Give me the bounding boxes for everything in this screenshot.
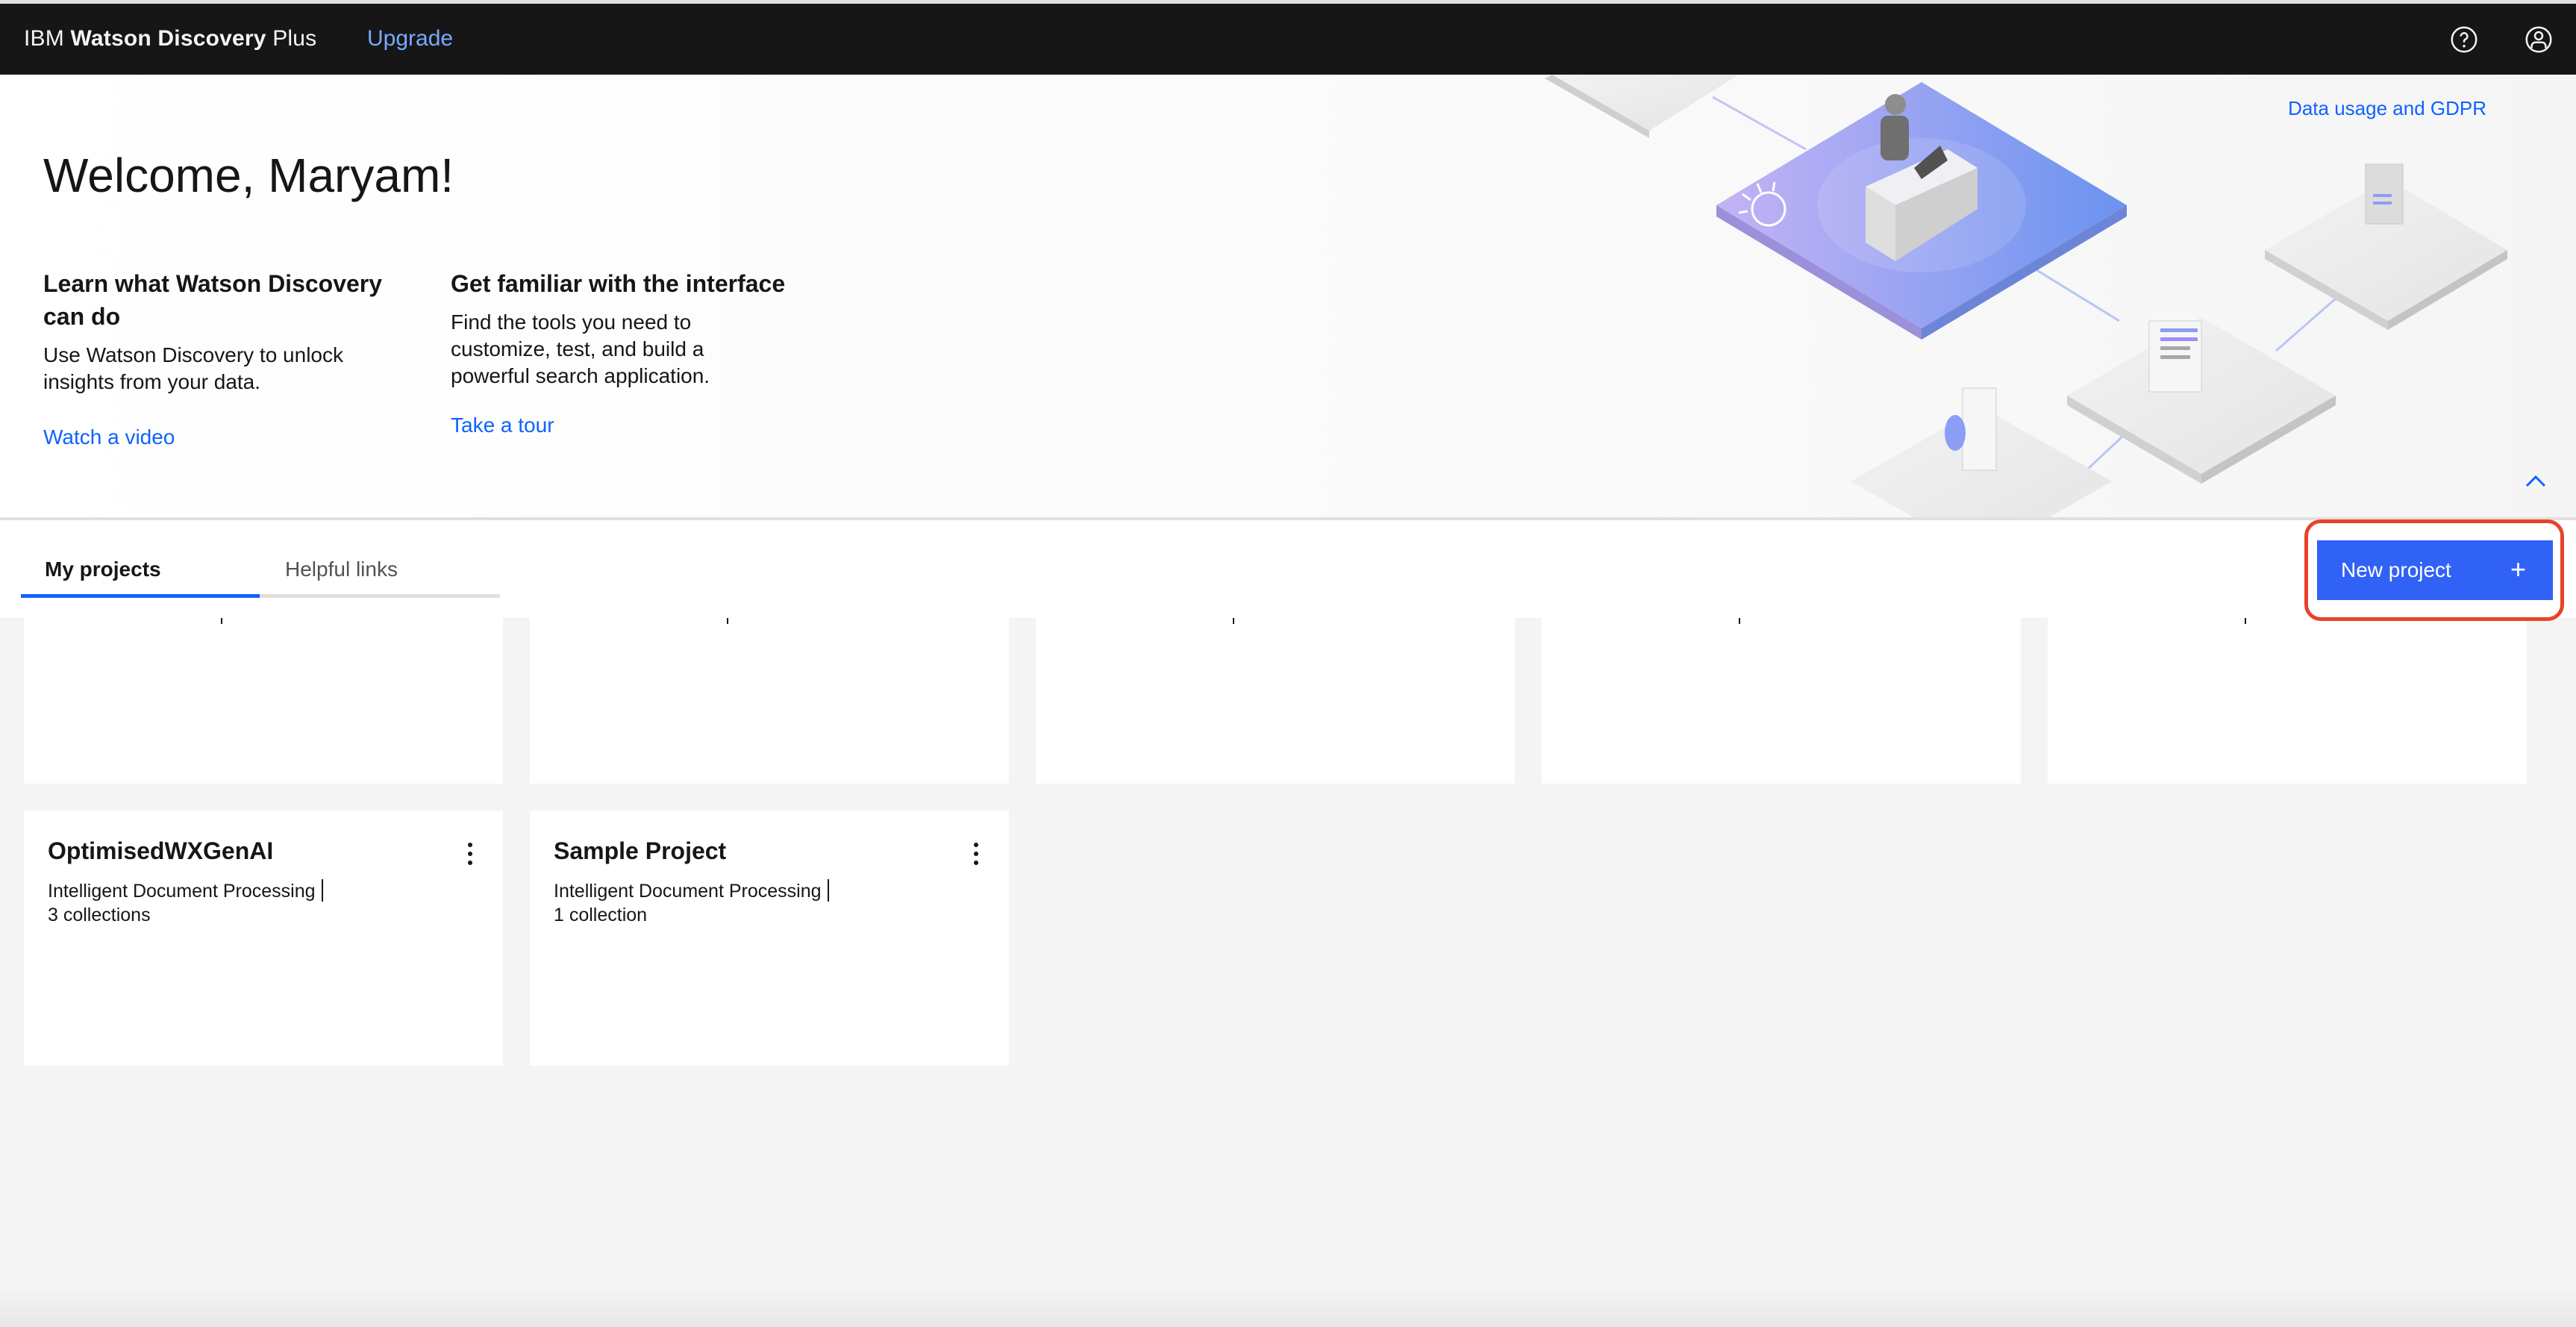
project-card-sample-project[interactable]: Sample Project Intelligent Document Proc… — [530, 811, 1009, 1066]
person-body — [1881, 116, 1909, 160]
project-type: Intelligent Document Processing — [554, 881, 822, 902]
interface-heading: Get familiar with the interface — [451, 270, 786, 297]
add-icon: + — [2510, 554, 2526, 584]
project-title: Sample Project — [554, 837, 727, 864]
overflow-menu-icon[interactable] — [969, 840, 984, 867]
search-document — [1962, 387, 1997, 471]
project-details: Intelligent Document Processing 1 collec… — [554, 879, 829, 927]
project-title: OptimisedWXGenAI — [48, 837, 274, 864]
projects-grid: OptimisedWXGenAI Intelligent Document Pr… — [0, 618, 2576, 1327]
bottom-shadow — [0, 1290, 2576, 1327]
collection-count: 1 collection — [554, 905, 648, 925]
help-icon[interactable] — [2449, 25, 2479, 54]
connector-line — [2275, 297, 2336, 352]
top-navigation-bar: IBM Watson Discovery Plus Upgrade — [0, 0, 2576, 75]
project-card[interactable] — [1542, 618, 2021, 784]
project-card-optimisedwxgenai[interactable]: OptimisedWXGenAI Intelligent Document Pr… — [24, 811, 503, 1066]
overflow-menu-icon[interactable] — [463, 840, 478, 867]
magnifier — [1945, 415, 1966, 451]
learn-heading: Learn what Watson Discovery can do — [43, 270, 383, 330]
learn-section: Learn what Watson Discovery can do Use W… — [43, 267, 387, 449]
connector-line — [1712, 96, 1807, 151]
user-avatar-icon[interactable] — [2524, 25, 2554, 54]
brand-prefix: IBM — [24, 26, 64, 51]
data-usage-gdpr-link[interactable]: Data usage and GDPR — [2288, 97, 2486, 120]
project-card[interactable] — [1036, 618, 1515, 784]
divider — [321, 879, 323, 902]
project-details: Intelligent Document Processing 3 collec… — [48, 879, 323, 927]
hero-illustration — [1545, 75, 2507, 517]
chevron-up-icon[interactable] — [2522, 470, 2549, 493]
project-card[interactable] — [24, 618, 503, 784]
divider — [727, 618, 728, 624]
divider — [221, 618, 222, 624]
learn-description: Use Watson Discovery to unlock insights … — [43, 343, 343, 393]
upgrade-link[interactable]: Upgrade — [367, 26, 453, 51]
tab-helpful-links[interactable]: Helpful links — [260, 558, 500, 598]
divider — [1739, 618, 1740, 624]
brand-name: Watson Discovery — [70, 26, 266, 51]
interface-description: Find the tools you need to customize, te… — [451, 310, 710, 387]
product-name[interactable]: IBM Watson Discovery Plus — [24, 26, 316, 51]
tabs-bar: My projects Helpful links — [0, 520, 2576, 618]
project-type: Intelligent Document Processing — [48, 881, 316, 902]
welcome-heading: Welcome, Maryam! — [43, 149, 454, 202]
new-project-button[interactable]: New project + — [2317, 540, 2553, 600]
watch-video-link[interactable]: Watch a video — [43, 425, 387, 449]
brand-suffix: Plus — [272, 26, 317, 51]
tab-my-projects[interactable]: My projects — [21, 558, 260, 598]
welcome-banner: Welcome, Maryam! Learn what Watson Disco… — [0, 75, 2576, 520]
divider — [1233, 618, 1234, 624]
interface-section: Get familiar with the interface Find the… — [451, 267, 801, 437]
tile — [1552, 75, 1739, 131]
person-head — [1885, 94, 1906, 115]
collection-count: 3 collections — [48, 905, 151, 925]
project-card[interactable] — [2048, 618, 2527, 784]
divider — [2245, 618, 2246, 624]
project-card[interactable] — [530, 618, 1009, 784]
divider — [827, 879, 829, 902]
new-project-label: New project — [2341, 558, 2451, 581]
take-tour-link[interactable]: Take a tour — [451, 413, 801, 437]
